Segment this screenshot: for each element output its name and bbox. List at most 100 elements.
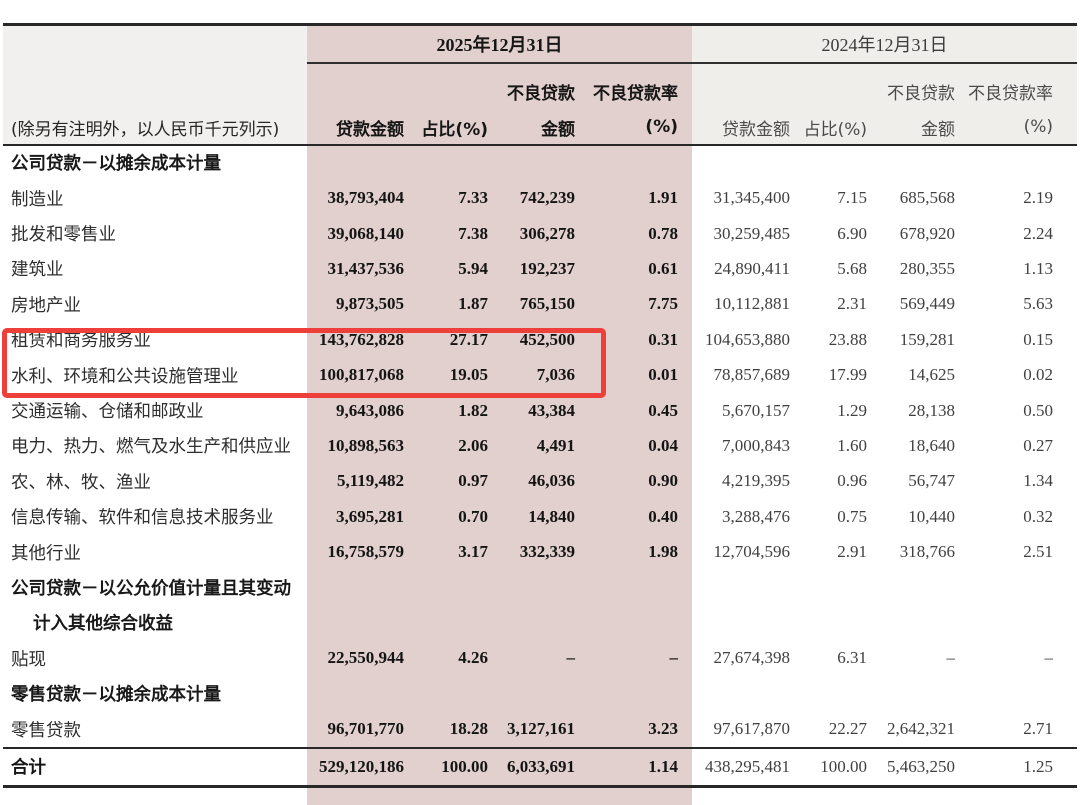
cell-loan-amount-2024: 24,890,411: [692, 259, 790, 279]
cell-npl-ratio-2024: 1.13: [955, 259, 1077, 279]
cell-share-2024: 5.68: [790, 259, 867, 279]
table-row: 电力、热力、燃气及水生产和供应业10,898,5632.064,4910.047…: [3, 428, 1077, 463]
row-label: 批发和零售业: [3, 221, 307, 246]
col-header-npl-ratio-pct-2025: (%): [575, 117, 692, 137]
cell-share-2025: 7.33: [404, 188, 488, 208]
cell-loan-amount-2025: 96,701,770: [307, 719, 404, 739]
cell-npl-amount-2024: 56,747: [867, 471, 955, 491]
cell-npl-ratio-2024: 2.19: [955, 188, 1077, 208]
cell-loan-amount-2025: 529,120,186: [307, 757, 404, 777]
cell-loan-amount-2025: 38,793,404: [307, 188, 404, 208]
row-label: 其他行业: [3, 540, 307, 565]
cell-npl-amount-2025: 332,339: [488, 542, 575, 562]
unit-note: (除另有注明外，以人民币千元列示): [3, 115, 307, 140]
row-label: 建筑业: [3, 256, 307, 281]
col-header-loan-amount-2024: 贷款金额: [692, 115, 790, 140]
cell-npl-amount-2025: 43,384: [488, 401, 575, 421]
cell-share-2024: 1.60: [790, 436, 867, 456]
cell-npl-ratio-2025: 1.14: [575, 757, 692, 777]
cell-share-2024: 0.96: [790, 471, 867, 491]
cell-npl-amount-2024: 2,642,321: [867, 719, 955, 739]
cell-loan-amount-2025: 39,068,140: [307, 224, 404, 244]
cell-loan-amount-2024: 12,704,596: [692, 542, 790, 562]
cell-loan-amount-2024: 31,345,400: [692, 188, 790, 208]
cell-loan-amount-2025: 10,898,563: [307, 436, 404, 456]
table-row: 农、林、牧、渔业5,119,4820.9746,0360.904,219,395…: [3, 464, 1077, 499]
row-label: 合计: [3, 754, 307, 779]
table-row: 零售贷款96,701,77018.283,127,1613.2397,617,8…: [3, 712, 1077, 747]
section-row: 公司贷款－以公允价值计量且其变动: [3, 570, 1077, 605]
cell-npl-amount-2024: 318,766: [867, 542, 955, 562]
cell-npl-ratio-2024: 0.15: [955, 330, 1077, 350]
table-total-row: 合计529,120,186100.006,033,6911.14438,295,…: [3, 748, 1077, 785]
col-header-loan-amount-2025: 贷款金额: [307, 115, 404, 140]
cell-share-2024: 6.31: [790, 648, 867, 668]
cell-npl-ratio-2025: 0.45: [575, 401, 692, 421]
table-row: 批发和零售业39,068,1407.38306,2780.7830,259,48…: [3, 216, 1077, 251]
cell-npl-amount-2024: 685,568: [867, 188, 955, 208]
highlight-box: [2, 328, 606, 398]
cell-npl-ratio-2024: 0.27: [955, 436, 1077, 456]
cell-npl-ratio-2024: 1.25: [955, 757, 1077, 777]
row-label: 信息传输、软件和信息技术服务业: [3, 504, 307, 529]
cell-share-2024: 6.90: [790, 224, 867, 244]
row-label: 农、林、牧、渔业: [3, 469, 307, 494]
cell-npl-ratio-2024: 1.34: [955, 471, 1077, 491]
cell-loan-amount-2025: 9,643,086: [307, 401, 404, 421]
cell-npl-ratio-2024: 0.32: [955, 507, 1077, 527]
cell-npl-amount-2025: 6,033,691: [488, 757, 575, 777]
cell-loan-amount-2025: 22,550,944: [307, 648, 404, 668]
cell-share-2025: 1.82: [404, 401, 488, 421]
section-row: 公司贷款－以摊余成本计量: [3, 145, 1077, 180]
cell-npl-ratio-2024: 2.71: [955, 719, 1077, 739]
row-label: 制造业: [3, 186, 307, 211]
row-label: 交通运输、仓储和邮政业: [3, 398, 307, 423]
cell-loan-amount-2025: 5,119,482: [307, 471, 404, 491]
col-header-npl-2025: 不良贷款: [488, 79, 575, 104]
cell-loan-amount-2025: 31,437,536: [307, 259, 404, 279]
cell-share-2024: 0.75: [790, 507, 867, 527]
cell-share-2025: 3.17: [404, 542, 488, 562]
cell-npl-amount-2024: 14,625: [867, 365, 955, 385]
table-header: 2025年12月31日 2024年12月31日 不良贷款 不良贷款率 不良贷款 …: [3, 26, 1077, 144]
cell-npl-amount-2025: 46,036: [488, 471, 575, 491]
table-row: 房地产业9,873,5051.87765,1507.7510,112,8812.…: [3, 287, 1077, 322]
col-header-npl-ratio-2024: 不良贷款率: [955, 79, 1077, 104]
row-label: 计入其他综合收益: [3, 610, 307, 635]
cell-npl-amount-2025: 765,150: [488, 294, 575, 314]
cell-share-2024: 2.91: [790, 542, 867, 562]
cell-npl-amount-2024: –: [867, 648, 955, 668]
cell-npl-ratio-2025: 0.04: [575, 436, 692, 456]
col-header-share-2025: 占比(%): [404, 115, 488, 140]
row-label: 房地产业: [3, 292, 307, 317]
cell-loan-amount-2024: 438,295,481: [692, 757, 790, 777]
col-header-npl-ratio-2025: 不良贷款率: [575, 79, 692, 104]
table-row: 建筑业31,437,5365.94192,2370.6124,890,4115.…: [3, 251, 1077, 286]
column-group-2025: 2025年12月31日: [307, 26, 692, 62]
table-row: 交通运输、仓储和邮政业9,643,0861.8243,3840.455,670,…: [3, 393, 1077, 428]
cell-npl-amount-2025: 306,278: [488, 224, 575, 244]
col-header-npl-amount-2024: 金额: [867, 115, 955, 140]
cell-npl-ratio-2024: 0.50: [955, 401, 1077, 421]
row-label: 贴现: [3, 646, 307, 671]
cell-loan-amount-2025: 3,695,281: [307, 507, 404, 527]
cell-loan-amount-2024: 97,617,870: [692, 719, 790, 739]
cell-npl-ratio-2025: 7.75: [575, 294, 692, 314]
cell-share-2025: 2.06: [404, 436, 488, 456]
col-header-share-2024: 占比(%): [790, 115, 867, 140]
cell-loan-amount-2025: 9,873,505: [307, 294, 404, 314]
cell-loan-amount-2024: 5,670,157: [692, 401, 790, 421]
cell-share-2024: 17.99: [790, 365, 867, 385]
cell-share-2025: 7.38: [404, 224, 488, 244]
cell-npl-ratio-2024: 5.63: [955, 294, 1077, 314]
cell-share-2025: 18.28: [404, 719, 488, 739]
cell-share-2024: 7.15: [790, 188, 867, 208]
cell-npl-amount-2025: 192,237: [488, 259, 575, 279]
table-row: 其他行业16,758,5793.17332,3391.9812,704,5962…: [3, 534, 1077, 569]
cell-npl-amount-2025: 3,127,161: [488, 719, 575, 739]
cell-npl-ratio-2024: 0.02: [955, 365, 1077, 385]
row-label: 公司贷款－以摊余成本计量: [3, 150, 307, 175]
section-row: 计入其他综合收益: [3, 605, 1077, 640]
cell-npl-amount-2024: 280,355: [867, 259, 955, 279]
cell-share-2025: 100.00: [404, 757, 488, 777]
